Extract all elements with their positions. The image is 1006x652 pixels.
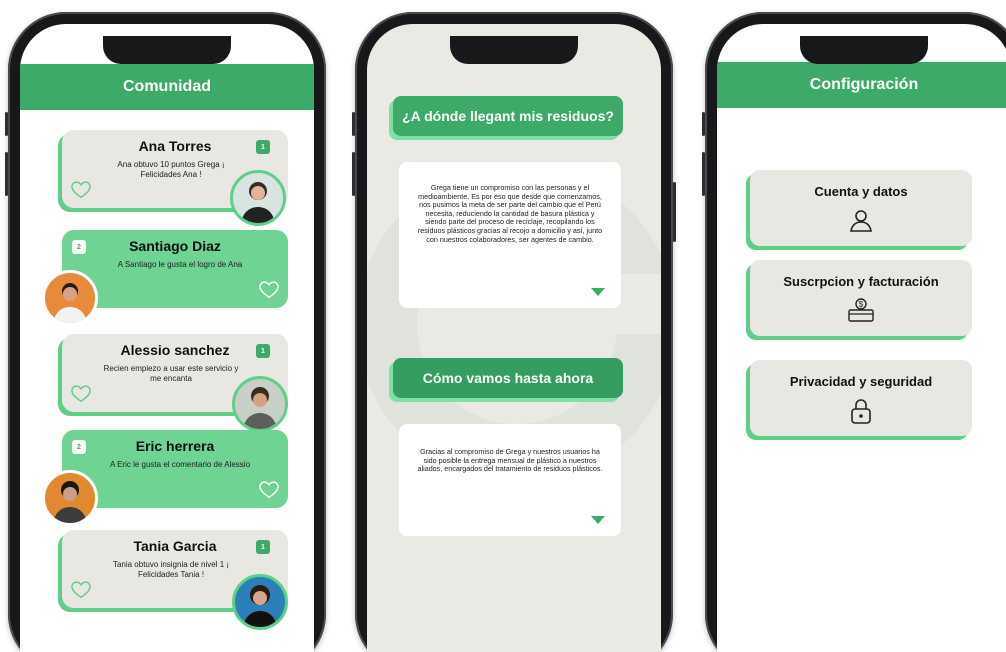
heart-icon[interactable] xyxy=(70,578,92,600)
level-badge: 2 xyxy=(72,440,86,454)
settings-header: Configuración xyxy=(717,62,1006,108)
heart-icon[interactable] xyxy=(70,382,92,404)
phone-community: Comunidad Ana Torres Ana obtuvo 10 punto… xyxy=(5,12,326,652)
heart-icon[interactable] xyxy=(258,478,280,500)
heart-icon[interactable] xyxy=(258,278,280,300)
residues-screen: ¿A dónde llegant mis residuos? Grega tie… xyxy=(367,24,661,652)
progress-paragraph: Gracias al compromiso de Grega y nuestro… xyxy=(417,447,603,474)
side-button xyxy=(352,112,355,136)
side-button xyxy=(5,152,8,196)
account-data-button[interactable]: Cuenta y datos xyxy=(750,170,972,246)
card-name: Ana Torres xyxy=(138,138,212,154)
card-message: A Eric le gusta el comentario de Alessio xyxy=(109,460,251,469)
level-badge: 1 xyxy=(256,540,270,554)
card-name: Alessio sanchez xyxy=(120,342,230,358)
page-title: Configuración xyxy=(809,76,919,93)
option-label: Cuenta y datos xyxy=(814,184,908,199)
user-icon xyxy=(850,210,872,232)
subscription-billing-button[interactable]: Suscrpcion y facturación $ xyxy=(750,260,972,336)
residues-paragraph: Grega tiene un compromiso con las person… xyxy=(417,183,603,244)
expand-arrow-icon[interactable] xyxy=(591,516,605,524)
card-message: Ana obtuvo 10 puntos Grega ¡ Felicidades… xyxy=(117,160,225,179)
phone-settings: Configuración Cuenta y datos Suscrpcion … xyxy=(702,12,1006,652)
phone-residues: ¿A dónde llegant mis residuos? Grega tie… xyxy=(352,12,676,652)
lock-icon xyxy=(851,399,871,424)
card-message: A Santiago le gusta el logro de Ana xyxy=(117,260,243,269)
card-name: Tania Garcia xyxy=(133,538,217,554)
payment-icon: $ xyxy=(848,298,874,322)
expand-arrow-icon[interactable] xyxy=(591,288,605,296)
avatar xyxy=(230,170,286,226)
avatar xyxy=(42,270,98,326)
svg-text:$: $ xyxy=(859,300,864,309)
progress-header[interactable]: Cómo vamos hasta ahora xyxy=(393,358,623,398)
level-badge: 2 xyxy=(72,240,86,254)
card-message: Tania obtuvo insignia de nivel 1 ¡ Felic… xyxy=(112,560,230,579)
notch xyxy=(103,36,231,64)
side-button xyxy=(352,152,355,196)
question-title: ¿A dónde llegant mis residuos? xyxy=(402,108,614,124)
level-badge: 1 xyxy=(256,140,270,154)
side-button xyxy=(673,182,676,242)
side-button xyxy=(5,112,8,136)
community-screen: Comunidad Ana Torres Ana obtuvo 10 punto… xyxy=(20,24,314,652)
level-badge: 1 xyxy=(256,344,270,358)
card-message: Recien empiezo a usar este servicio y me… xyxy=(103,364,239,383)
card-name: Eric herrera xyxy=(135,438,215,454)
page-title: Comunidad xyxy=(123,78,211,95)
notch xyxy=(800,36,928,64)
option-label: Suscrpcion y facturación xyxy=(783,274,939,289)
residues-question-header[interactable]: ¿A dónde llegant mis residuos? xyxy=(393,96,623,136)
progress-info-box: Gracias al compromiso de Grega y nuestro… xyxy=(399,424,621,536)
card-name: Santiago Diaz xyxy=(129,238,221,254)
residues-info-box: Grega tiene un compromiso con las person… xyxy=(399,162,621,308)
community-header: Comunidad xyxy=(20,64,314,110)
avatar xyxy=(232,376,288,432)
settings-screen: Configuración Cuenta y datos Suscrpcion … xyxy=(717,24,1006,652)
avatar xyxy=(232,574,288,630)
heart-icon[interactable] xyxy=(70,178,92,200)
privacy-security-button[interactable]: Privacidad y seguridad xyxy=(750,360,972,436)
side-button xyxy=(702,152,705,196)
option-label: Privacidad y seguridad xyxy=(789,374,933,389)
side-button xyxy=(702,112,705,136)
avatar xyxy=(42,470,98,526)
notch xyxy=(450,36,578,64)
progress-title: Cómo vamos hasta ahora xyxy=(422,370,594,386)
